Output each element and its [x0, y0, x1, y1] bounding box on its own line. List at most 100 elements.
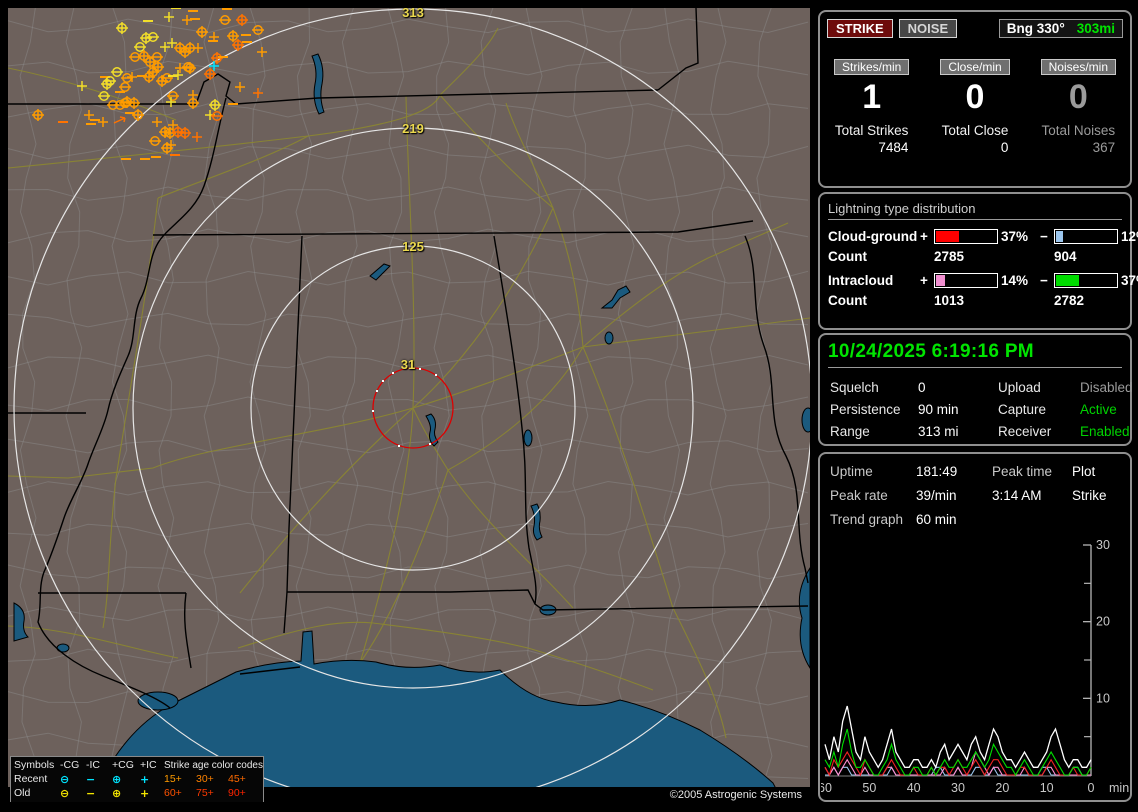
plot-value: Strike	[1072, 488, 1107, 503]
counter-total: Total Close 0	[942, 123, 1009, 155]
distribution-row: Cloud-ground + 37% − 12%	[828, 229, 1138, 244]
strike-symbol-p	[253, 88, 263, 98]
distribution-row: Intracloud + 14% − 37%	[828, 273, 1138, 288]
dist-neg-bar	[1054, 273, 1118, 288]
trend-series-red	[824, 750, 1092, 777]
rate-counters: Strikes/min 1 Total Strikes 7484 Close/m…	[820, 58, 1130, 157]
counter-column: Noises/min 0 Total Noises 367	[1027, 58, 1130, 157]
trend-ytick: 10	[1096, 691, 1110, 705]
bearing-label: Bng 330°	[1006, 21, 1065, 36]
counter-value: 0	[1068, 78, 1088, 116]
peak-rate-label: Peak rate	[830, 488, 888, 503]
legend-glyph-0-3: +	[140, 772, 150, 786]
capture-label: Capture	[998, 402, 1047, 417]
dist-type-label: Cloud-ground	[828, 229, 918, 244]
mode-button-row: STRIKE NOISE Bng 330° 303mi	[827, 19, 1123, 38]
counter-total-value: 7484	[878, 140, 909, 156]
legend-glyph-0-0: ⊖	[60, 772, 70, 786]
upload-label: Upload	[998, 380, 1041, 395]
trend-series-pink	[824, 750, 1091, 777]
legend-age-0-1: 30+	[196, 773, 214, 785]
counter-column: Close/min 0 Total Close 0	[923, 58, 1026, 157]
strike-symbol-ar	[113, 116, 126, 124]
distribution-rows: Cloud-ground + 37% − 12% Count 2785 904 In…	[820, 229, 1138, 308]
map-legend: Symbols -CG -IC +CG +IC Strike age color code…	[10, 756, 264, 802]
dist-pos-pct: 37%	[1001, 229, 1029, 244]
legend-age-0-0: 15+	[164, 773, 182, 785]
persistence-label: Persistence	[830, 402, 901, 417]
counter-label: Strikes/min	[833, 59, 910, 75]
trend-x-unit: min	[1109, 781, 1129, 795]
strike-symbol-dot	[376, 390, 378, 392]
dist-neg-sign: −	[1040, 273, 1048, 288]
lightning-map[interactable]: 313 219 125 31 Symbols -CG -IC +CG +IC Strike…	[8, 8, 810, 802]
trend-xtick: 50	[862, 781, 876, 795]
dist-pos-sign: +	[920, 273, 928, 288]
status-grid: Squelch 0 Upload Disabled Persistence 90…	[830, 380, 1133, 439]
datetime-display: 10/24/2025 6:19:16 PM	[828, 341, 1122, 368]
strike-symbol-cm	[134, 42, 146, 52]
strike-symbol-dot	[392, 372, 394, 374]
bearing-display: Bng 330° 303mi	[998, 19, 1123, 38]
neg-count: 904	[1054, 249, 1077, 264]
counter-total: Total Strikes 7484	[835, 123, 909, 155]
counter-column: Strikes/min 1 Total Strikes 7484	[820, 58, 923, 157]
legend-type-0: -CG	[60, 759, 80, 771]
trend-xtick: 30	[951, 781, 965, 795]
legend-type-1: -IC	[86, 759, 100, 771]
ring-label-31: 31	[400, 357, 416, 372]
dist-neg-bar	[1054, 229, 1118, 244]
uptime-grid: Uptime 181:49 Peak time Plot Peak rate 3…	[830, 464, 1120, 527]
strike-symbol-cp	[236, 14, 248, 26]
strike-symbol-dot	[419, 368, 421, 370]
legend-header-age: Strike age color codes	[164, 759, 263, 771]
dist-pos-bar	[934, 229, 998, 244]
strike-symbol-p	[235, 82, 245, 92]
counter-total-label: Total Noises	[1041, 123, 1116, 139]
trend-xtick: 10	[1040, 781, 1054, 795]
distribution-title: Lightning type distribution	[828, 201, 1122, 220]
strike-mode-button[interactable]: STRIKE	[827, 19, 893, 38]
legend-glyph-1-0: ⊖	[60, 786, 70, 800]
dist-neg-sign: −	[1040, 229, 1048, 244]
trend-xtick: 20	[995, 781, 1009, 795]
dist-type-label: Intracloud	[828, 273, 894, 288]
bearing-range: 303mi	[1076, 21, 1115, 36]
counter-total: Total Noises 367	[1042, 123, 1116, 155]
ring-label-219: 219	[402, 121, 424, 136]
trend-graph-label: Trend graph	[830, 512, 904, 527]
trend-series-white	[824, 705, 1092, 769]
capture-value: Active	[1080, 402, 1117, 417]
strike-symbol-p	[193, 43, 203, 53]
legend-age-1-1: 75+	[196, 787, 214, 799]
copyright-text: ©2005 Astrogenic Systems	[669, 789, 802, 801]
strike-symbol-p	[257, 47, 267, 57]
legend-glyph-0-1: −	[86, 772, 96, 786]
uptime-label: Uptime	[830, 464, 873, 479]
legend-age-1-0: 60+	[164, 787, 182, 799]
receiver-label: Receiver	[998, 424, 1052, 439]
legend-type-2: +CG	[112, 759, 134, 771]
count-label: Count	[828, 293, 867, 308]
dist-pos-bar	[934, 273, 998, 288]
strike-symbol-dot	[382, 380, 384, 382]
strike-symbols	[32, 8, 437, 447]
persistence-value: 90 min	[918, 402, 959, 417]
legend-glyph-1-1: −	[86, 786, 96, 800]
legend-glyph-0-2: ⊕	[112, 772, 122, 786]
strike-symbol-cp	[32, 109, 44, 121]
squelch-value: 0	[918, 380, 926, 395]
strike-symbol-dot	[372, 410, 374, 412]
strike-symbol-cp	[156, 75, 168, 87]
peak-rate-value: 39/min	[916, 488, 957, 503]
trend-ytick: 30	[1096, 539, 1110, 552]
nexstorm-app: { "map": { "ring_labels": ["313", "219",…	[0, 0, 1138, 812]
trend-panel: Uptime 181:49 Peak time Plot Peak rate 3…	[818, 452, 1132, 802]
trend-xtick: 40	[907, 781, 921, 795]
distribution-panel: Lightning type distribution Cloud-ground…	[818, 192, 1138, 330]
legend-glyph-1-2: ⊕	[112, 786, 122, 800]
strike-symbol-p	[98, 117, 108, 127]
noise-mode-button[interactable]: NOISE	[898, 19, 958, 38]
dist-pos-sign: +	[920, 229, 928, 244]
strike-symbol-cp	[196, 26, 208, 38]
